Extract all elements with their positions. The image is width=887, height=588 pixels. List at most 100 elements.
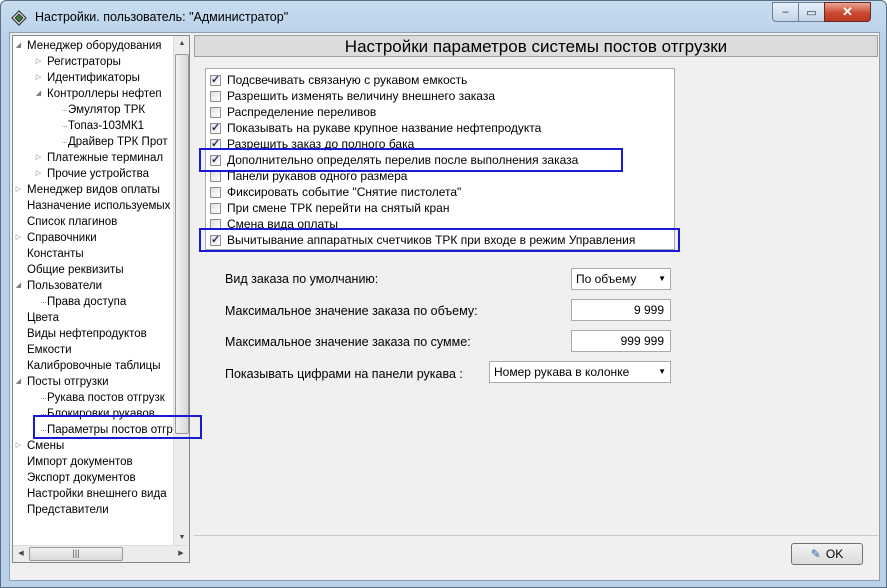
tree-expand-icon[interactable]: ▷ (14, 182, 23, 198)
tree-item[interactable]: Справочники (27, 230, 97, 246)
checkbox-label: Показывать на рукаве крупное название не… (227, 121, 542, 135)
tree-collapse-icon[interactable]: ◢ (14, 38, 23, 54)
tree-vertical-scroll-thumb[interactable] (175, 54, 189, 434)
option-checkbox-row[interactable]: Разрешить изменять величину внешнего зак… (210, 88, 495, 104)
tree-item[interactable]: Рукава постов отгрузк (47, 390, 165, 406)
scroll-down-icon[interactable]: ▼ (174, 530, 189, 546)
tree-item[interactable]: Емкости (27, 342, 72, 358)
option-checkbox-row[interactable]: Подсвечивать связаную с рукавом емкость (210, 72, 467, 88)
tree-item-label: Пользователи (27, 280, 103, 292)
tree-expand-icon[interactable]: ▷ (14, 230, 23, 246)
tree-collapse-icon[interactable]: ◢ (14, 278, 23, 294)
tree-item[interactable]: Менеджер видов оплаты (27, 182, 160, 198)
tree-horizontal-scrollbar[interactable]: ◀ ||| ▶ (13, 545, 189, 562)
tree-collapse-icon[interactable]: ◢ (34, 86, 43, 102)
max-volume-input[interactable]: 9 999 (571, 299, 671, 321)
tree-item[interactable]: Виды нефтепродуктов (27, 326, 147, 342)
tree-item[interactable]: Смены (27, 438, 64, 454)
max-sum-label: Максимальное значение заказа по сумме: (225, 335, 471, 349)
checkbox[interactable] (210, 121, 221, 134)
settings-window: Настройки. пользователь: "Администратор"… (0, 0, 887, 588)
scroll-left-icon[interactable]: ◀ (13, 546, 29, 562)
checkbox-label: При смене ТРК перейти на снятый кран (227, 201, 450, 215)
tree-item[interactable]: Настройки внешнего вида (27, 486, 167, 502)
tree-item[interactable]: Права доступа (47, 294, 126, 310)
tree-item-label: Назначение используемых (27, 200, 171, 212)
option-checkbox-row[interactable]: Показывать на рукаве крупное название не… (210, 120, 541, 136)
tree-guide-line (62, 142, 67, 143)
settings-tree[interactable]: ▲ ▼ ◀ ||| ▶ Менеджер оборудования ◢ Регист… (12, 35, 190, 563)
close-button[interactable]: ✕ (824, 2, 871, 22)
scroll-up-icon[interactable]: ▲ (174, 36, 189, 52)
tree-item[interactable]: Драйвер ТРК Прот (68, 134, 168, 150)
max-volume-label: Максимальное значение заказа по объему: (225, 304, 478, 318)
tree-item[interactable]: Калибровочные таблицы (27, 358, 161, 374)
checkbox[interactable] (210, 170, 221, 182)
option-checkbox-row[interactable]: При смене ТРК перейти на снятый кран (210, 200, 449, 216)
tree-item-label: Эмулятор ТРК (68, 104, 146, 116)
tree-item[interactable]: Топаз-103МК1 (68, 118, 144, 134)
order-type-label: Вид заказа по умолчанию: (225, 272, 379, 286)
panel-digits-value: Номер рукава в колонке (494, 365, 630, 379)
tree-item-label: Импорт документов (27, 456, 133, 468)
tree-expand-icon[interactable]: ▷ (14, 438, 23, 454)
tree-horizontal-scroll-thumb[interactable]: ||| (29, 547, 123, 561)
order-type-value: По объему (576, 272, 637, 286)
checkbox[interactable] (210, 73, 221, 86)
option-checkbox-row[interactable]: Распределение переливов (210, 104, 376, 120)
order-type-select[interactable]: По объему ▼ (571, 268, 671, 290)
tree-item[interactable]: Менеджер оборудования (27, 38, 162, 54)
tree-item-label: Константы (27, 248, 84, 260)
tree-item[interactable]: Общие реквизиты (27, 262, 124, 278)
checkbox[interactable] (210, 90, 221, 102)
checkbox[interactable] (210, 202, 221, 214)
tree-item-label: Калибровочные таблицы (27, 360, 161, 372)
tree-vertical-scrollbar[interactable]: ▲ ▼ (173, 36, 189, 546)
tree-collapse-icon[interactable]: ◢ (14, 374, 23, 390)
ok-button[interactable]: ✎ OK (791, 543, 863, 565)
panel-digits-select[interactable]: Номер рукава в колонке ▼ (489, 361, 671, 383)
tree-item[interactable]: Цвета (27, 310, 59, 326)
title-bar[interactable]: Настройки. пользователь: "Администратор"… (1, 1, 886, 33)
checkbox[interactable] (210, 106, 221, 118)
checkbox[interactable] (210, 186, 221, 198)
client-area: ▲ ▼ ◀ ||| ▶ Менеджер оборудования ◢ Регист… (9, 32, 880, 581)
chevron-down-icon: ▼ (658, 367, 666, 376)
highlight-box-tree-item (33, 415, 202, 439)
tree-item-label: Представители (27, 504, 109, 516)
tree-item[interactable]: Посты отгрузки (27, 374, 109, 390)
tree-item-label: Рукава постов отгрузк (47, 392, 165, 404)
tree-item[interactable]: Список плагинов (27, 214, 117, 230)
tree-item[interactable]: Эмулятор ТРК (68, 102, 145, 118)
tree-item-label: Топаз-103МК1 (68, 120, 144, 132)
tree-item[interactable]: Экспорт документов (27, 470, 136, 486)
minimize-button[interactable]: ‒ (772, 2, 799, 22)
tree-item-label: Идентификаторы (47, 72, 140, 84)
tree-expand-icon[interactable]: ▷ (34, 70, 43, 86)
tree-item[interactable]: Платежные терминал (47, 150, 163, 166)
scroll-right-icon[interactable]: ▶ (173, 546, 189, 562)
app-diamond-icon (11, 10, 27, 26)
tree-expand-icon[interactable]: ▷ (34, 54, 43, 70)
footer-separator (194, 535, 878, 536)
option-checkbox-row[interactable]: Фиксировать событие "Снятие пистолета" (210, 184, 461, 200)
tree-item-label: Настройки внешнего вида (27, 488, 167, 500)
tree-item-label: Посты отгрузки (27, 376, 109, 388)
tree-expand-icon[interactable]: ▷ (34, 150, 43, 166)
tree-item[interactable]: Представители (27, 502, 109, 518)
tree-item[interactable]: Контроллеры нефтеп (47, 86, 162, 102)
tree-guide-line (41, 398, 46, 399)
max-sum-input[interactable]: 999 999 (571, 330, 671, 352)
tree-item[interactable]: Импорт документов (27, 454, 133, 470)
tree-item-label: Смены (27, 440, 65, 452)
main-panel: Настройки параметров системы постов отгр… (194, 35, 878, 532)
ok-button-label: OK (825, 547, 844, 561)
tree-expand-icon[interactable]: ▷ (34, 166, 43, 182)
tree-item[interactable]: Пользователи (27, 278, 102, 294)
tree-item[interactable]: Назначение используемых (27, 198, 170, 214)
tree-item[interactable]: Идентификаторы (47, 70, 140, 86)
tree-item[interactable]: Прочие устройства (47, 166, 149, 182)
tree-item[interactable]: Константы (27, 246, 84, 262)
tree-item[interactable]: Регистраторы (47, 54, 121, 70)
maximize-button[interactable]: ▭ (798, 2, 825, 22)
